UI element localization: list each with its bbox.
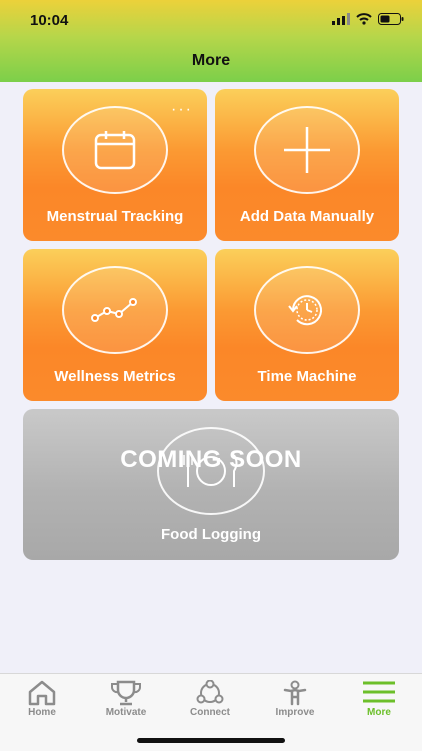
coming-soon-badge: COMING SOON	[120, 446, 302, 473]
top-header: 10:04 More	[0, 0, 422, 82]
tile-label: Wellness Metrics	[54, 368, 176, 385]
tile-icon-circle	[62, 106, 168, 194]
home-indicator[interactable]	[137, 738, 285, 743]
trophy-icon	[111, 680, 141, 706]
status-time: 10:04	[30, 12, 69, 29]
tab-label: Home	[28, 707, 56, 718]
time-machine-tile[interactable]: Time Machine	[215, 249, 399, 401]
clock-history-icon	[288, 295, 322, 326]
home-icon	[28, 680, 56, 706]
wifi-icon	[356, 13, 372, 25]
tab-home[interactable]: Home	[0, 674, 84, 734]
trend-line-icon	[91, 298, 137, 322]
person-icon	[283, 680, 307, 706]
battery-icon	[378, 13, 404, 25]
tab-label: Motivate	[105, 707, 147, 718]
tile-label: Food Logging	[161, 526, 261, 543]
status-icons	[332, 13, 404, 25]
connect-icon	[196, 680, 224, 704]
tile-label: Time Machine	[257, 368, 357, 385]
menstrual-tracking-tile[interactable]: ··· Menstrual Tracking	[23, 89, 207, 241]
tab-label: Connect	[190, 707, 230, 718]
tab-motivate[interactable]: Motivate	[84, 674, 168, 734]
tile-label: Add Data Manually	[239, 208, 375, 225]
tab-connect[interactable]: Connect	[168, 674, 252, 734]
add-data-manually-tile[interactable]: Add Data Manually	[215, 89, 399, 241]
plus-icon	[284, 127, 330, 173]
page-title: More	[191, 52, 231, 69]
tab-label: More	[367, 707, 391, 718]
tab-improve[interactable]: Improve	[253, 674, 337, 734]
signal-icon	[332, 13, 350, 25]
calendar-icon	[94, 131, 136, 170]
wellness-metrics-tile[interactable]: Wellness Metrics	[23, 249, 207, 401]
food-logging-tile: COMING SOON Food Logging	[23, 409, 399, 560]
tab-more[interactable]: More	[337, 674, 421, 734]
more-options-icon[interactable]: ···	[171, 101, 193, 119]
tile-icon-circle	[254, 266, 360, 354]
tile-icon-circle	[62, 266, 168, 354]
tile-label: Menstrual Tracking	[46, 208, 184, 225]
menu-icon	[363, 681, 395, 703]
tab-label: Improve	[275, 707, 315, 718]
tile-icon-circle	[254, 106, 360, 194]
